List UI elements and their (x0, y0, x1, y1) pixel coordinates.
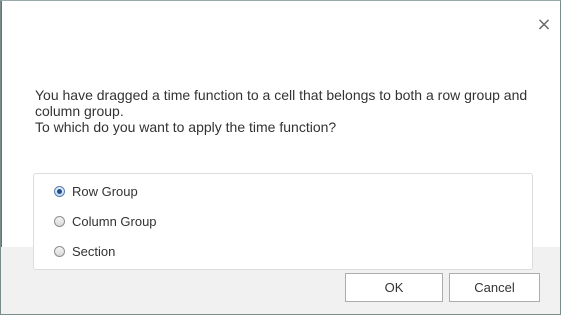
option-column-group[interactable]: Column Group (54, 212, 157, 230)
radio-checked-icon[interactable] (54, 185, 65, 197)
ok-button[interactable]: OK (345, 273, 443, 302)
radio-unchecked-icon[interactable] (54, 215, 65, 227)
option-label: Section (72, 243, 116, 259)
apply-to-options: Row Group Column Group Section (33, 173, 533, 270)
message-line-1: You have dragged a time function to a ce… (35, 87, 528, 119)
option-row-group[interactable]: Row Group (54, 182, 138, 200)
close-icon[interactable]: × (536, 16, 552, 34)
message-line-2: To which do you want to apply the time f… (35, 119, 337, 135)
option-label: Column Group (72, 213, 157, 229)
cancel-button[interactable]: Cancel (449, 273, 540, 302)
time-function-dialog: × You have dragged a time function to a … (0, 0, 561, 315)
radio-unchecked-icon[interactable] (54, 245, 65, 257)
dialog-message: You have dragged a time function to a ce… (35, 87, 540, 135)
option-section[interactable]: Section (54, 242, 115, 260)
option-label: Row Group (72, 183, 138, 199)
